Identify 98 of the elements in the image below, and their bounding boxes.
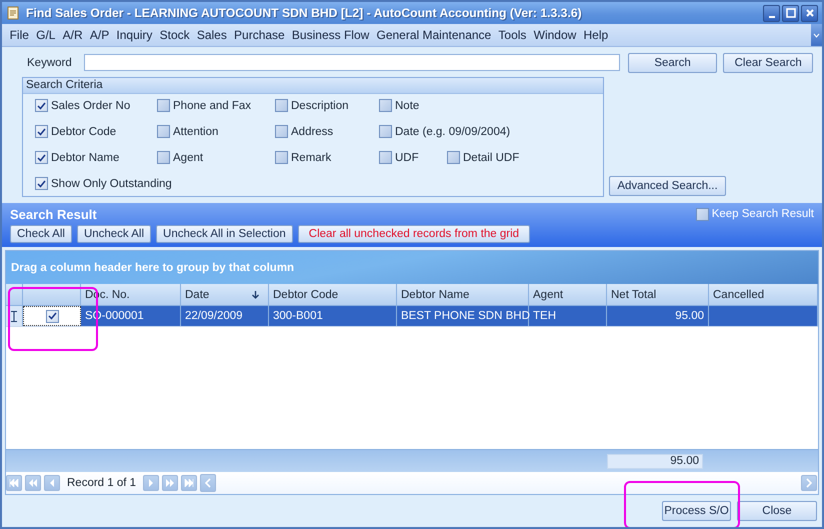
checkbox[interactable]: [447, 151, 460, 164]
menu-item[interactable]: Window: [530, 28, 580, 42]
column-header[interactable]: Cancelled: [709, 284, 818, 305]
checkbox[interactable]: [157, 151, 170, 164]
checkbox[interactable]: [46, 310, 58, 322]
menu-item[interactable]: A/R: [59, 28, 86, 42]
checkbox[interactable]: [379, 99, 392, 112]
last-record-button[interactable]: [181, 475, 198, 491]
previous-page-button[interactable]: [25, 475, 41, 491]
checkbox[interactable]: [157, 99, 170, 112]
option-label: Keep Search Result: [712, 208, 814, 220]
menu-item[interactable]: G/L: [32, 28, 60, 42]
checkbox[interactable]: [696, 208, 709, 220]
scroll-left-button[interactable]: [200, 474, 216, 492]
previous-record-button[interactable]: [44, 475, 60, 491]
dialog-button[interactable]: Process S/O: [662, 501, 731, 521]
checkbox[interactable]: [379, 151, 392, 164]
double-left-arrow-icon: [28, 479, 38, 487]
checkbox[interactable]: [35, 125, 48, 138]
option-label: Date (e.g. 09/09/2004): [395, 126, 510, 138]
window-title: Find Sales Order - LEARNING AUTOCOUNT SDN BHD [L2] - AutoCount Accounting (Ver: 1.3.3.6): [26, 6, 583, 20]
panel-header: Search Criteria: [23, 78, 603, 94]
option-label: Show Only Outstanding: [51, 178, 172, 190]
menu-item[interactable]: General Maintenance: [372, 28, 495, 42]
table-cell: BEST PHONE SDN BHD: [401, 310, 530, 322]
checkbox[interactable]: [35, 151, 48, 164]
sort-arrow-icon: [251, 290, 260, 299]
table-cell: 22/09/2009: [185, 310, 243, 322]
option-label: Attention: [173, 126, 218, 138]
menu-item[interactable]: Business Flow: [288, 28, 373, 42]
menu-item[interactable]: Stock: [156, 28, 194, 42]
table-cell: 95.00: [675, 310, 704, 322]
column-header[interactable]: Net Total: [607, 284, 709, 305]
next-page-button[interactable]: [162, 475, 178, 491]
document-icon: [6, 6, 20, 20]
keyword-field[interactable]: [84, 54, 620, 71]
option-label: Note: [395, 100, 420, 112]
option-label: Remark: [291, 152, 332, 164]
checkbox[interactable]: [379, 125, 392, 138]
option-label: Sales Order No: [51, 100, 130, 112]
menu-item[interactable]: File: [6, 28, 33, 42]
panel-title: Search Result: [10, 206, 98, 222]
maximize-button[interactable]: [782, 4, 799, 22]
menu-item[interactable]: Tools: [494, 28, 530, 42]
checkbox[interactable]: [157, 125, 170, 138]
checkbox[interactable]: [275, 151, 288, 164]
grid-button[interactable]: Uncheck All: [76, 225, 152, 243]
option-label: Detail UDF: [463, 152, 520, 164]
close-button[interactable]: [801, 4, 818, 22]
maximize-icon: [786, 8, 796, 18]
close-icon: [804, 8, 814, 18]
search-button[interactable]: Clear Search: [723, 52, 813, 72]
menu-item[interactable]: Inquiry: [112, 28, 156, 42]
table-cell: 300-B001: [273, 310, 323, 322]
option-label: Agent: [173, 152, 204, 164]
clear-unchecked-button[interactable]: Clear all unchecked records from the grid: [298, 225, 530, 243]
first-icon: [9, 479, 19, 487]
menu-item[interactable]: Purchase: [230, 28, 288, 42]
column-header[interactable]: Debtor Code: [269, 284, 397, 305]
option-label: Debtor Code: [51, 126, 116, 138]
scroll-right-button[interactable]: [801, 475, 817, 491]
option-label: Phone and Fax: [173, 100, 252, 112]
advanced-search-button[interactable]: Advanced Search...: [609, 176, 726, 196]
grid-button[interactable]: Uncheck All in Selection: [156, 225, 293, 243]
column-header[interactable]: Date: [181, 284, 269, 305]
chevron-icon[interactable]: [811, 24, 822, 46]
option-label: Debtor Name: [51, 152, 120, 164]
last-icon: [184, 479, 194, 487]
group-hint: Drag a column header here to group by that column: [11, 262, 294, 274]
checkbox[interactable]: [275, 125, 288, 138]
grid-button[interactable]: Check All: [10, 225, 72, 243]
chevron-right-icon: [806, 478, 812, 488]
next-record-button[interactable]: [143, 475, 160, 491]
first-record-button[interactable]: [6, 475, 22, 491]
minimize-icon: [768, 16, 774, 18]
chevron-left-icon: [205, 478, 212, 488]
menu-item[interactable]: Help: [580, 28, 612, 42]
keyword-label: Keyword: [26, 56, 73, 68]
record-counter: Record 1 of 1: [66, 477, 138, 489]
left-arrow-icon: [49, 479, 55, 487]
double-right-arrow-icon: [165, 479, 176, 487]
option-label: Address: [291, 126, 334, 138]
right-arrow-icon: [148, 479, 154, 487]
menu-item[interactable]: A/P: [86, 28, 113, 42]
option-label: Description: [291, 100, 349, 112]
dialog-button[interactable]: Close: [737, 501, 817, 521]
net-total-sum: 95.00: [607, 454, 703, 468]
column-header[interactable]: Debtor Name: [397, 284, 529, 305]
minimize-button[interactable]: [763, 4, 780, 22]
search-button[interactable]: Search: [628, 52, 718, 72]
checkbox[interactable]: [275, 99, 288, 112]
option-label: UDF: [395, 152, 419, 164]
menu-item[interactable]: Sales: [193, 28, 230, 42]
column-header[interactable]: Agent: [529, 284, 607, 305]
edit-cursor-icon: [11, 310, 17, 322]
checkbox[interactable]: [35, 99, 48, 112]
table-cell: TEH: [533, 310, 556, 322]
checkbox[interactable]: [35, 177, 48, 190]
